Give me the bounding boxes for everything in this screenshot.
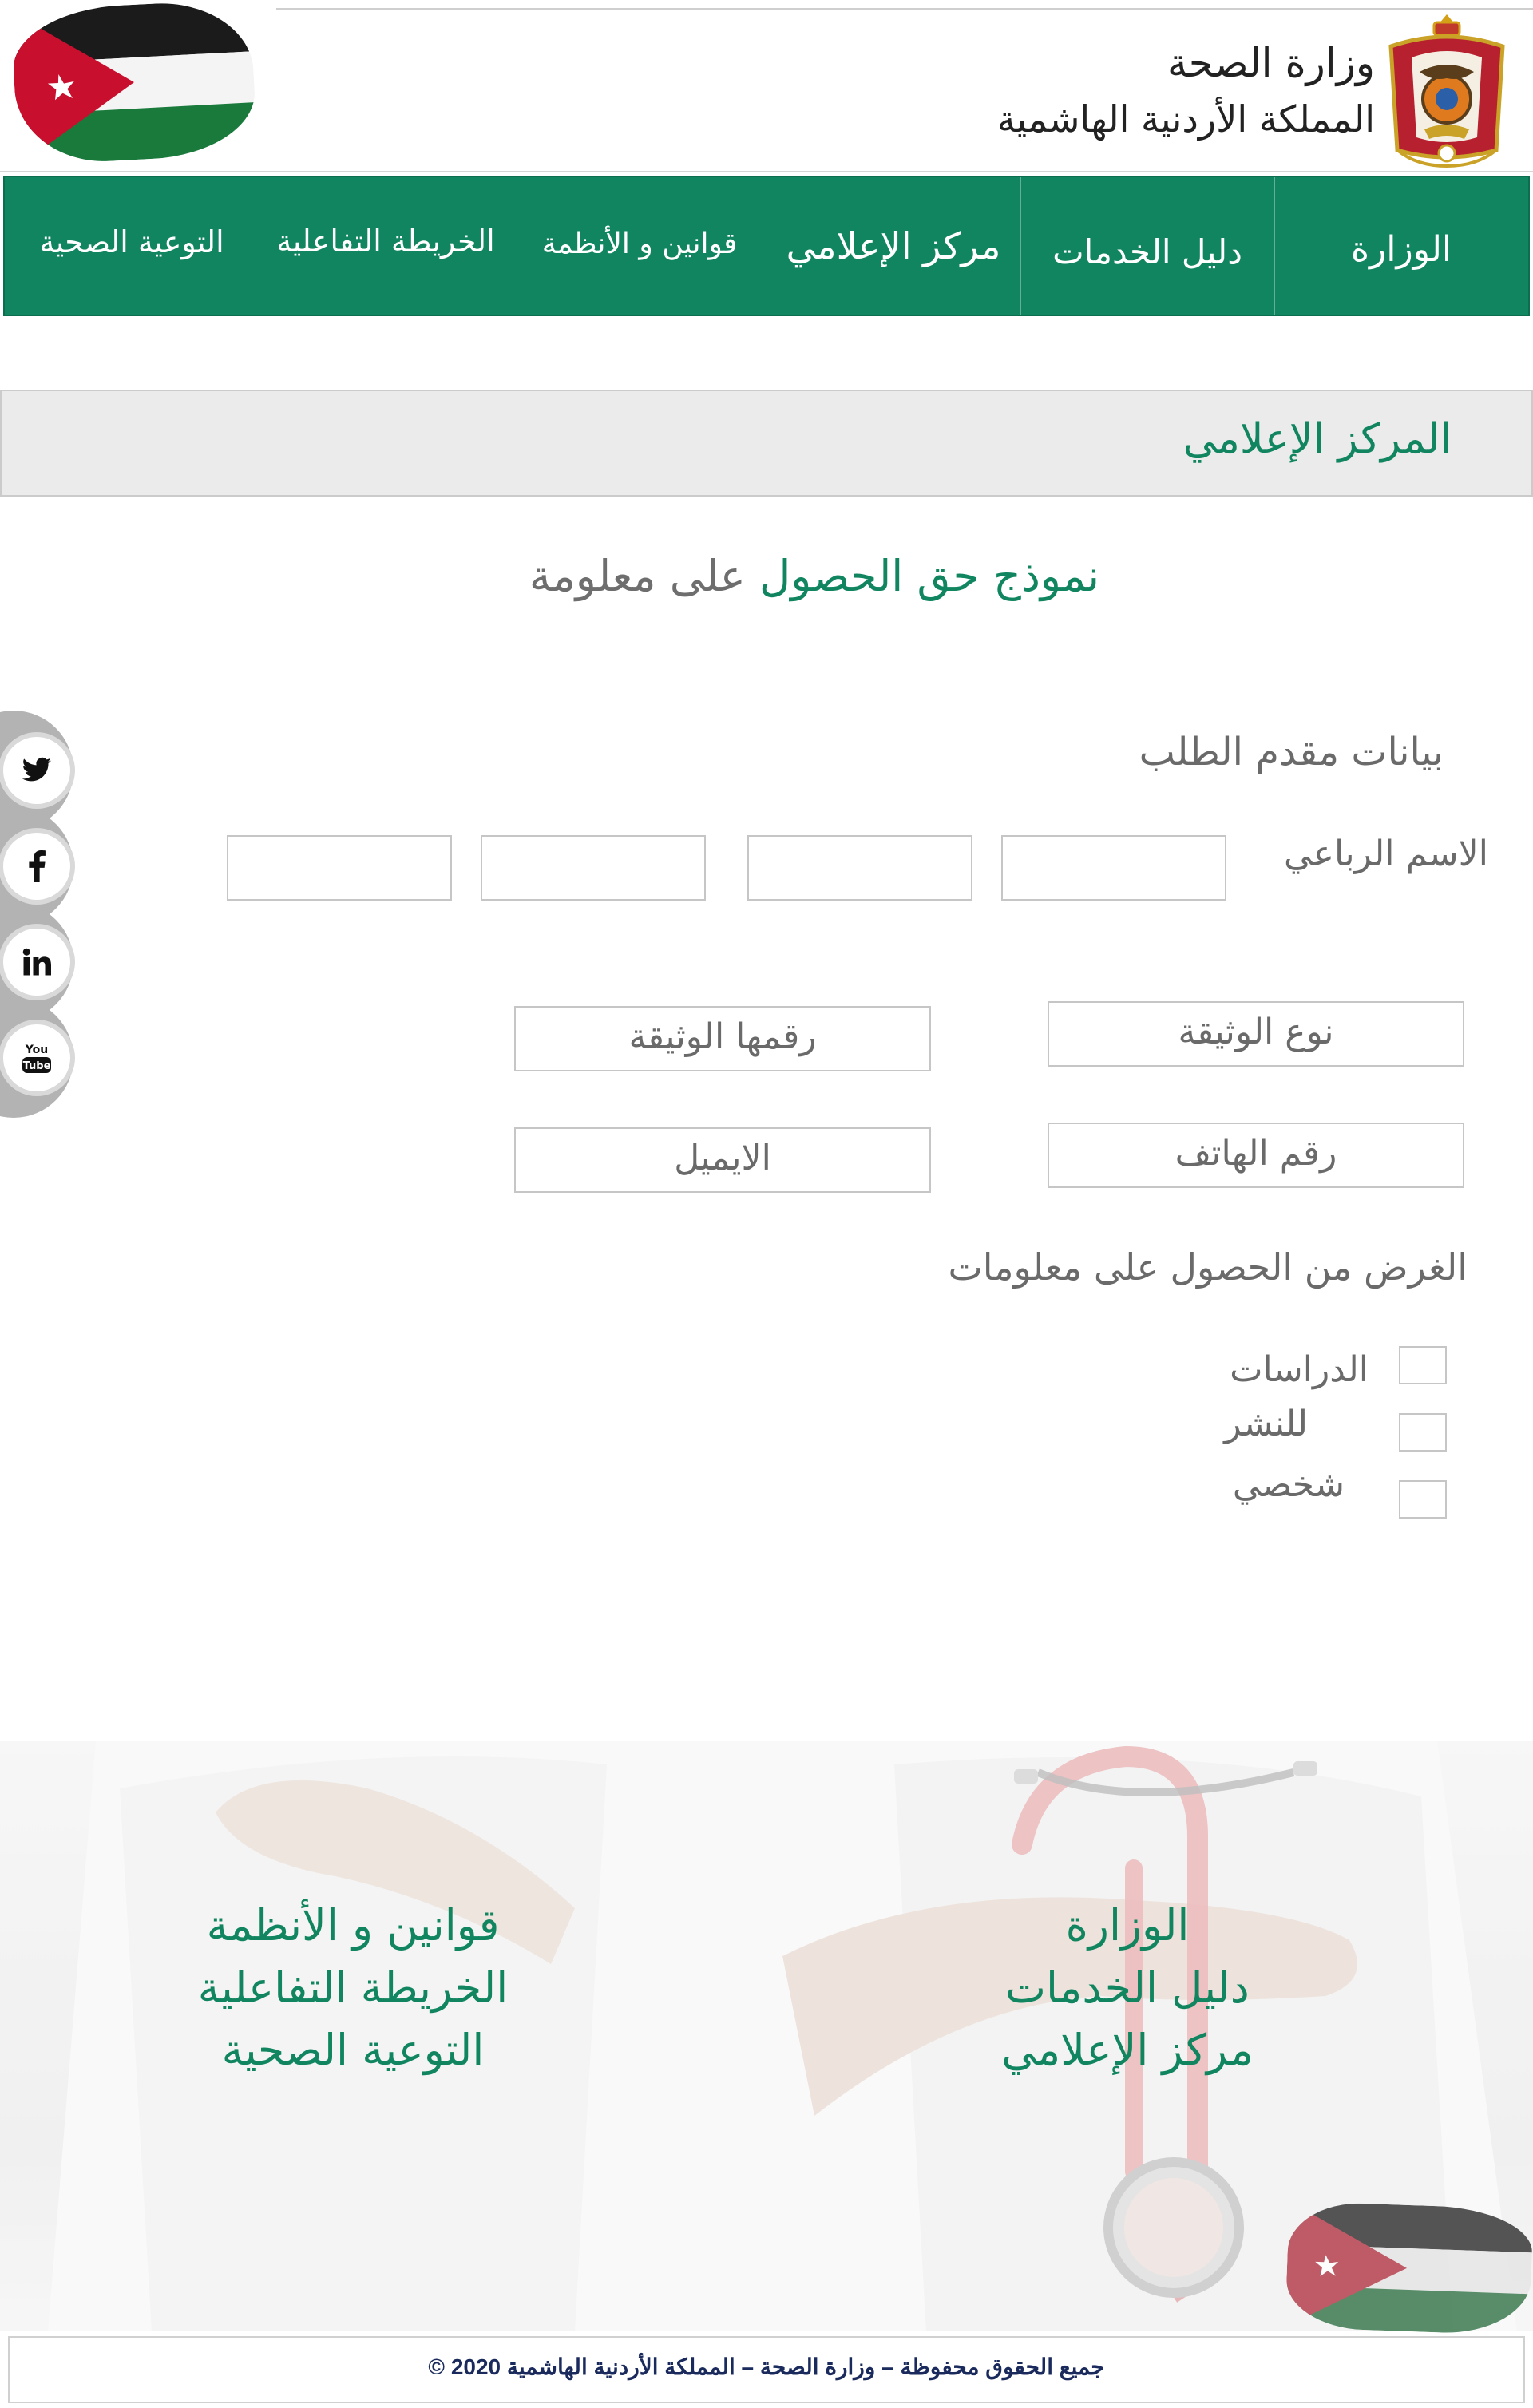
father-name-input[interactable] bbox=[747, 835, 972, 901]
youtube-icon: You Tube bbox=[22, 1044, 51, 1073]
nav-item-label: دليل الخدمات bbox=[1052, 232, 1242, 271]
form-title-highlight: نموذج حق الحصول bbox=[759, 551, 1100, 601]
youtube-button[interactable]: You Tube bbox=[0, 998, 73, 1118]
kingdom-name-logo-text: المملكة الأردنية الهاشمية bbox=[996, 97, 1375, 141]
nav-item-services-guide[interactable]: دليل الخدمات bbox=[1020, 177, 1275, 315]
email-field[interactable]: الايميل bbox=[514, 1127, 931, 1193]
document-number-field[interactable]: رقمها الوثيقة bbox=[514, 1006, 931, 1071]
header-divider-bottom bbox=[0, 171, 1533, 172]
nav-item-ministry[interactable]: الوزارة bbox=[1274, 177, 1528, 315]
phone-number-field[interactable]: رقم الهاتف bbox=[1048, 1123, 1464, 1188]
phone-number-placeholder: رقم الهاتف bbox=[1175, 1132, 1337, 1174]
document-number-placeholder: رقمها الوثيقة bbox=[628, 1016, 817, 1057]
page-banner: المركز الإعلامي bbox=[0, 390, 1533, 497]
nav-item-label: الخريطة التفاعلية bbox=[276, 224, 495, 259]
purpose-personal-label: شخصي bbox=[1232, 1464, 1345, 1505]
page-title: المركز الإعلامي bbox=[1182, 415, 1452, 463]
nav-item-label: قوانين و الأنظمة bbox=[541, 227, 738, 260]
coat-of-arms-logo bbox=[1384, 10, 1509, 169]
form-title-rest: على معلومة bbox=[529, 551, 746, 601]
family-name-input[interactable] bbox=[227, 835, 452, 901]
nav-item-health-awareness[interactable]: التوعية الصحية bbox=[5, 177, 259, 315]
nav-item-label: التوعية الصحية bbox=[39, 224, 224, 259]
purpose-personal-checkbox[interactable] bbox=[1399, 1480, 1447, 1519]
nav-item-laws-regulations[interactable]: قوانين و الأنظمة bbox=[513, 177, 767, 315]
jordan-flag-image bbox=[10, 0, 258, 166]
form-title: نموذج حق الحصول على معلومة bbox=[431, 551, 1198, 601]
footer-link-interactive-map[interactable]: الخريطة التفاعلية bbox=[169, 1962, 537, 2013]
footer-link-laws-regulations[interactable]: قوانين و الأنظمة bbox=[169, 1900, 537, 1951]
full-name-label: الاسم الرباعي bbox=[1284, 834, 1488, 874]
first-name-input[interactable] bbox=[1001, 835, 1226, 901]
copyright-text: جميع الحقوق محفوظة – وزارة الصحة – الممل… bbox=[428, 2355, 1105, 2379]
purpose-studies-checkbox[interactable] bbox=[1399, 1346, 1447, 1384]
linkedin-icon bbox=[22, 948, 51, 976]
applicant-section-title: بيانات مقدم الطلب bbox=[1139, 730, 1444, 774]
grandfather-name-input[interactable] bbox=[481, 835, 706, 901]
document-type-placeholder: نوع الوثيقة bbox=[1178, 1011, 1334, 1052]
footer-link-health-awareness[interactable]: التوعية الصحية bbox=[169, 2025, 537, 2075]
ministry-name-logo-text: وزارة الصحة bbox=[1167, 40, 1375, 86]
nav-item-label: الوزارة bbox=[1350, 228, 1452, 270]
email-placeholder: الايميل bbox=[674, 1137, 771, 1178]
purpose-publishing-label: للنشر bbox=[1224, 1404, 1308, 1444]
purpose-label: الغرض من الحصول على معلومات bbox=[948, 1246, 1468, 1289]
twitter-icon bbox=[22, 757, 52, 782]
nav-item-media-center[interactable]: مركز الإعلامي bbox=[766, 177, 1021, 315]
footer-link-media-center[interactable]: مركز الإعلامي bbox=[968, 2025, 1287, 2075]
jordan-flag-image bbox=[1285, 2200, 1533, 2336]
header-divider-top bbox=[276, 8, 1533, 10]
footer-link-services-guide[interactable]: دليل الخدمات bbox=[968, 1962, 1287, 2013]
nav-item-label: مركز الإعلامي bbox=[786, 224, 1001, 267]
svg-text:Tube: Tube bbox=[23, 1060, 51, 1072]
svg-text:You: You bbox=[25, 1044, 48, 1056]
copyright-bar: جميع الحقوق محفوظة – وزارة الصحة – الممل… bbox=[8, 2336, 1525, 2403]
purpose-publishing-checkbox[interactable] bbox=[1399, 1413, 1447, 1452]
main-navigation: الوزارة دليل الخدمات مركز الإعلامي قواني… bbox=[3, 176, 1530, 316]
facebook-icon bbox=[29, 850, 46, 882]
footer-link-ministry[interactable]: الوزارة bbox=[968, 1900, 1287, 1951]
nav-item-interactive-map[interactable]: الخريطة التفاعلية bbox=[259, 177, 513, 315]
purpose-studies-label: الدراسات bbox=[1230, 1349, 1369, 1390]
document-type-field[interactable]: نوع الوثيقة bbox=[1048, 1001, 1464, 1067]
